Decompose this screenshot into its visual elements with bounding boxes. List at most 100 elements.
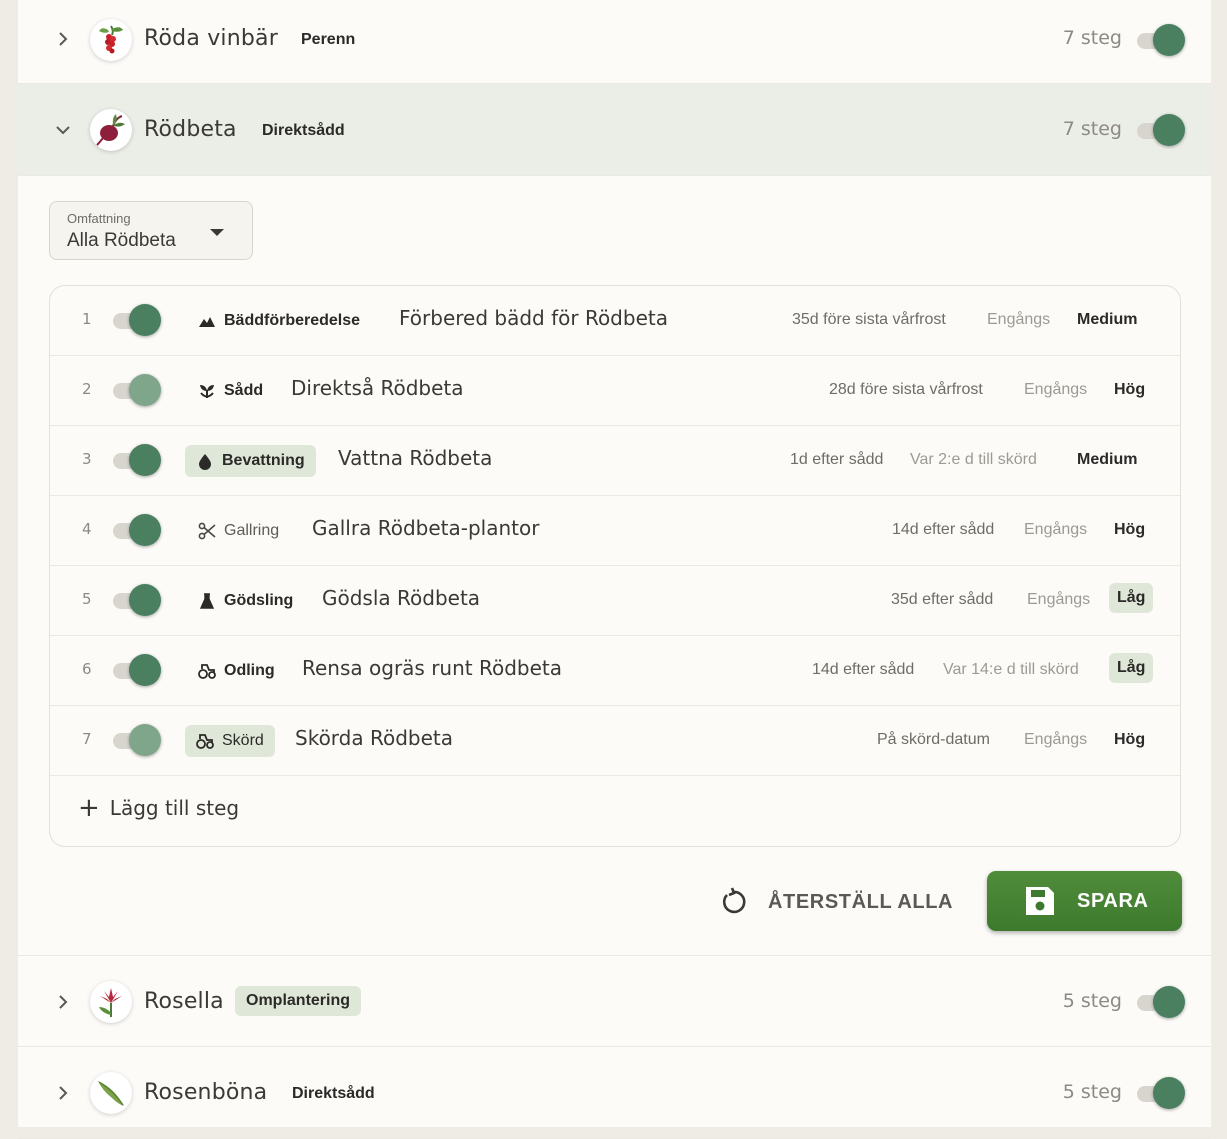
step-enabled-toggle[interactable] <box>113 654 161 686</box>
step-number: 3 <box>82 450 92 468</box>
step-category-label: Gödsling <box>224 592 294 609</box>
crop-name: Rosella <box>144 989 224 1014</box>
step-priority: Låg <box>1109 583 1154 613</box>
crop-row-roda-vinbar[interactable]: Röda vinbär Perenn 7 steg <box>18 0 1211 84</box>
step-row[interactable]: 4 Gallring Gallra Rödbeta-plantor 14d ef… <box>50 496 1180 566</box>
step-title: Direktså Rödbeta <box>291 376 464 400</box>
reset-all-button[interactable]: ÅTERSTÄLL ALLA <box>718 880 953 924</box>
crop-enabled-toggle[interactable] <box>1137 114 1185 146</box>
reset-all-label: ÅTERSTÄLL ALLA <box>768 890 954 913</box>
crop-name: Rosenböna <box>144 1080 268 1105</box>
scissors-icon <box>198 522 216 540</box>
crop-method-tag: Omplantering <box>235 986 362 1016</box>
chevron-right-icon[interactable] <box>52 1082 74 1104</box>
crop-enabled-toggle[interactable] <box>1137 1077 1185 1109</box>
step-enabled-toggle[interactable] <box>113 304 161 336</box>
crop-method-tag: Direktsådd <box>292 1085 375 1102</box>
scope-select[interactable]: Omfattning Alla Rödbeta <box>49 201 253 260</box>
step-row[interactable]: 5 Gödsling Gödsla Rödbeta 35d efter sådd… <box>50 566 1180 636</box>
sowing-plan-page: Röda vinbär Perenn 7 steg Rödbeta Direkt… <box>18 0 1211 1139</box>
step-enabled-toggle[interactable] <box>113 724 161 756</box>
step-title: Förbered bädd för Rödbeta <box>399 306 668 330</box>
tractor-icon <box>198 662 216 680</box>
step-number: 4 <box>82 520 92 538</box>
step-title: Skörda Rödbeta <box>295 726 454 750</box>
step-timing: 35d efter sådd <box>891 591 994 608</box>
step-row[interactable]: 7 Skörd Skörda Rödbeta På skörd-datum En… <box>50 706 1180 776</box>
step-timing: 35d före sista vårfrost <box>792 311 946 328</box>
step-priority: Medium <box>1077 311 1138 328</box>
mountain-icon <box>198 312 216 330</box>
step-frequency: Engångs <box>987 311 1051 328</box>
step-category-label: Gallring <box>224 522 280 539</box>
step-timing: 14d efter sådd <box>812 661 915 678</box>
crop-row-rosenbona[interactable]: Rosenböna Direktsådd 5 steg <box>18 1047 1211 1139</box>
step-title: Gödsla Rödbeta <box>322 586 481 610</box>
step-number: 5 <box>82 590 92 608</box>
rosella-icon <box>90 981 132 1023</box>
step-category-label: Sådd <box>224 382 264 399</box>
step-category: Odling <box>198 655 286 687</box>
step-frequency: Var 2:e d till skörd <box>910 451 1037 468</box>
step-frequency: Engångs <box>1024 521 1088 538</box>
step-priority: Hög <box>1114 731 1146 748</box>
step-category: Gödsling <box>198 585 304 617</box>
step-row[interactable]: 2 Sådd Direktså Rödbeta 28d före sista v… <box>50 356 1180 426</box>
plus-icon: + <box>78 793 100 823</box>
dropdown-caret-icon[interactable] <box>210 229 224 236</box>
step-count: 5 steg <box>1062 990 1122 1012</box>
step-title: Vattna Rödbeta <box>338 446 493 470</box>
step-enabled-toggle[interactable] <box>113 444 161 476</box>
bean-pod-icon <box>90 1072 132 1114</box>
tractor-icon <box>196 732 214 750</box>
step-number: 1 <box>82 310 92 328</box>
step-category-label: Skörd <box>222 732 264 749</box>
beetroot-icon <box>90 109 132 151</box>
flask-icon <box>198 592 216 610</box>
step-count: 5 steg <box>1062 1081 1122 1103</box>
red-currant-icon <box>90 19 132 61</box>
crop-row-rodbeta[interactable]: Rödbeta Direktsådd 7 steg <box>18 84 1211 176</box>
step-category: Bevattning <box>185 445 316 477</box>
step-title: Gallra Rödbeta-plantor <box>312 516 540 540</box>
step-frequency: Engångs <box>1024 731 1088 748</box>
step-row[interactable]: 3 Bevattning Vattna Rödbeta 1d efter såd… <box>50 426 1180 496</box>
step-category: Gallring <box>198 515 290 547</box>
water-drop-icon <box>196 452 214 470</box>
save-button[interactable]: SPARA <box>987 871 1182 931</box>
step-category-label: Bäddförberedelse <box>224 312 361 329</box>
crop-enabled-toggle[interactable] <box>1137 986 1185 1018</box>
step-frequency: Engångs <box>1027 591 1091 608</box>
step-enabled-toggle[interactable] <box>113 584 161 616</box>
step-number: 6 <box>82 660 92 678</box>
floppy-disk-icon <box>1026 887 1054 915</box>
step-priority: Medium <box>1077 451 1138 468</box>
chevron-right-icon[interactable] <box>52 28 74 50</box>
crop-method-tag: Direktsådd <box>262 122 345 139</box>
save-label: SPARA <box>1077 889 1149 912</box>
crop-enabled-toggle[interactable] <box>1137 24 1185 56</box>
step-timing: 14d efter sådd <box>892 521 995 538</box>
step-row[interactable]: 1 Bäddförberedelse Förbered bädd för Röd… <box>50 286 1180 356</box>
step-row[interactable]: 6 Odling Rensa ogräs runt Rödbeta 14d ef… <box>50 636 1180 706</box>
scope-value: Alla Rödbeta <box>67 230 176 251</box>
step-timing: 28d före sista vårfrost <box>829 381 983 398</box>
step-timing: 1d efter sådd <box>790 451 884 468</box>
step-frequency: Engångs <box>1024 381 1088 398</box>
step-priority: Hög <box>1114 521 1146 538</box>
step-priority: Låg <box>1109 653 1154 683</box>
step-number: 7 <box>82 730 92 748</box>
crop-row-rosella[interactable]: Rosella Omplantering 5 steg <box>18 955 1211 1047</box>
chevron-right-icon[interactable] <box>52 991 74 1013</box>
sprout-icon <box>198 382 216 400</box>
refresh-icon <box>722 887 746 914</box>
step-enabled-toggle[interactable] <box>113 374 161 406</box>
crop-method-tag: Perenn <box>301 31 356 48</box>
step-number: 2 <box>82 380 92 398</box>
add-step-label: Lägg till steg <box>109 796 240 820</box>
chevron-down-icon[interactable] <box>52 119 74 141</box>
step-category-label: Bevattning <box>222 452 305 469</box>
step-enabled-toggle[interactable] <box>113 514 161 546</box>
step-category: Bäddförberedelse <box>198 305 371 337</box>
add-step-button[interactable]: + Lägg till steg <box>78 793 240 823</box>
